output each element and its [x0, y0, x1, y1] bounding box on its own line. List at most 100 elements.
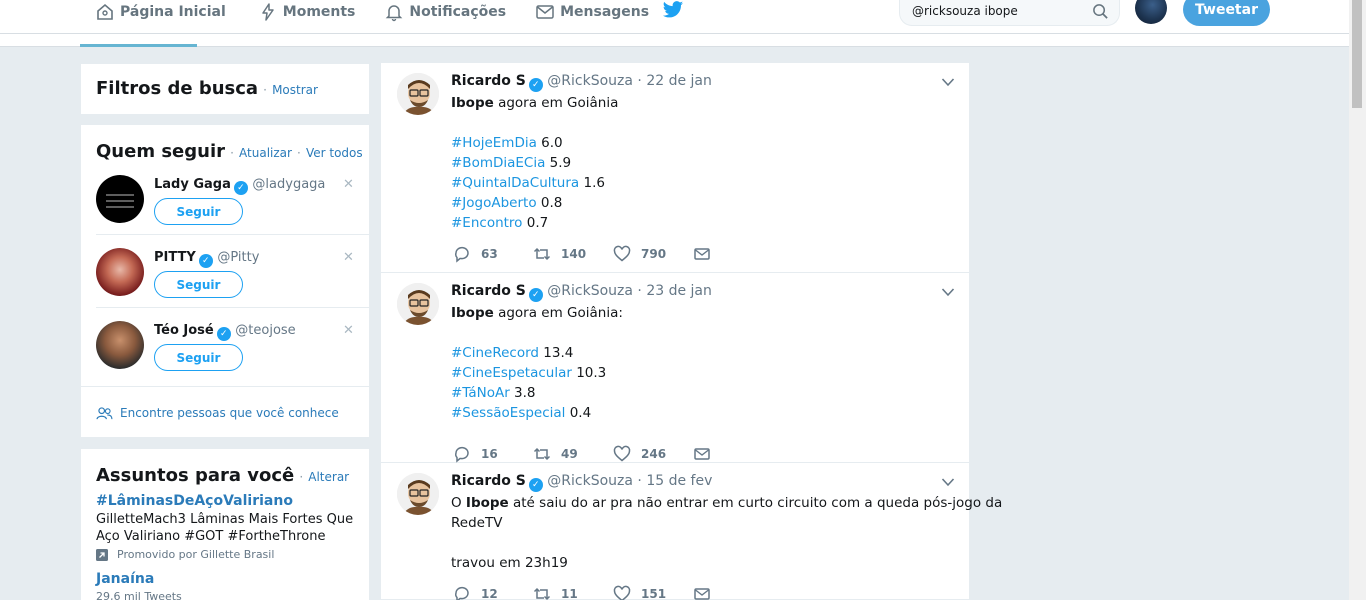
change-trends-link[interactable]: Alterar [308, 470, 349, 484]
people-icon [96, 406, 113, 419]
tweet-card[interactable]: Ricardo S ✓ @RickSouza · 15 de fev O Ibop… [381, 463, 1002, 600]
avatar[interactable] [397, 283, 439, 325]
direct-message-button[interactable] [693, 445, 721, 463]
retweet-icon [533, 247, 551, 261]
follow-suggestion: Lady Gaga ✓ @ladygaga Seguir ✕ [81, 165, 369, 238]
direct-message-button[interactable] [693, 245, 721, 263]
tweet-card[interactable]: Ricardo S ✓ @RickSouza · 23 de jan Ibope … [381, 273, 969, 463]
tweet-author-name[interactable]: Ricardo S [451, 73, 526, 89]
tweet-text-line: O Ibope até saiu do ar pra não entrar em… [451, 493, 1002, 513]
retweet-button[interactable]: 49 [533, 445, 613, 463]
tweet-text-line: #BomDiaECia 5.9 [451, 153, 956, 173]
verified-icon: ✓ [233, 181, 248, 195]
chevron-down-icon[interactable] [941, 77, 955, 87]
twitter-bird-icon[interactable] [662, 0, 684, 20]
tweet-text-segment: agora em Goiânia: [493, 305, 623, 321]
avatar-cartoon [397, 73, 439, 115]
dismiss-icon[interactable]: ✕ [343, 250, 354, 265]
trends-card: Assuntos para você · Alterar #LâminasDeA… [81, 449, 369, 600]
hashtag-link[interactable]: #QuintalDaCultura [451, 175, 579, 191]
tweet-header: Ricardo S ✓ @RickSouza · 15 de fev [451, 473, 712, 492]
show-filters-link[interactable]: Mostrar [272, 83, 318, 97]
avatar[interactable] [96, 321, 144, 369]
chevron-down-icon[interactable] [941, 477, 955, 487]
tweet-actions: 63 140 790 [453, 245, 721, 263]
hashtag-link[interactable]: #SessãoEspecial [451, 405, 565, 421]
retweet-button[interactable]: 11 [533, 585, 613, 600]
follow-suggestion: PITTY ✓ @Pitty Seguir ✕ [81, 238, 369, 311]
find-people-link[interactable]: Encontre pessoas que você conhece [96, 406, 339, 420]
tweet-text-line [451, 533, 956, 553]
promoted-label: Promovido por Gillette Brasil [96, 546, 356, 563]
reply-button[interactable]: 63 [453, 245, 533, 263]
tweet-text-segment: até saiu do ar pra não entrar em curto c… [508, 495, 1003, 511]
avatar[interactable] [397, 473, 439, 515]
separator-dot: · [299, 470, 304, 484]
tweet-text-segment: 5.9 [545, 155, 572, 171]
follow-button[interactable]: Seguir [154, 198, 243, 225]
chevron-down-icon[interactable] [941, 287, 955, 297]
refresh-link[interactable]: Atualizar [239, 146, 292, 160]
tweet-date[interactable]: 23 de jan [646, 283, 712, 299]
tweet-author-name[interactable]: Ricardo S [451, 283, 526, 299]
dismiss-icon[interactable]: ✕ [343, 177, 354, 192]
tweet-text-segment: 0.7 [522, 215, 549, 231]
tweet-date[interactable]: 15 de fev [646, 473, 712, 489]
user-handle: @ladygaga [252, 177, 326, 192]
tweet-text-line [451, 113, 956, 133]
avatar[interactable] [96, 248, 144, 296]
tweet-text-line: #Encontro 0.7 [451, 213, 956, 233]
nav-messages[interactable]: Mensagens [535, 0, 649, 24]
hashtag-link[interactable]: #HojeEmDia [451, 135, 537, 151]
trend-item[interactable]: #LâminasDeAçoValiriano GilletteMach3 Lâm… [96, 493, 356, 563]
hashtag-link[interactable]: #BomDiaECia [451, 155, 545, 171]
tweet-date[interactable]: 22 de jan [646, 73, 712, 89]
follow-user-name[interactable]: Lady Gaga ✓ @ladygaga [154, 177, 325, 195]
verified-icon: ✓ [528, 78, 543, 92]
nav-moments[interactable]: Moments [258, 0, 355, 24]
nav-home[interactable]: Página Inicial [95, 0, 226, 24]
separator-dot: · [297, 146, 301, 160]
scrollbar-thumb[interactable] [1352, 0, 1362, 108]
dismiss-icon[interactable]: ✕ [343, 323, 354, 338]
hashtag-link[interactable]: #TáNoAr [451, 385, 510, 401]
follow-button[interactable]: Seguir [154, 271, 243, 298]
tweet-author-handle[interactable]: @RickSouza [547, 473, 633, 489]
like-button[interactable]: 246 [613, 445, 693, 463]
trend-item[interactable]: Janaína 29,6 mil Tweets [96, 571, 356, 600]
hashtag-link[interactable]: #CineRecord [451, 345, 539, 361]
avatar[interactable] [96, 175, 144, 223]
hashtag-link[interactable]: #Encontro [451, 215, 522, 231]
follow-user-name[interactable]: PITTY ✓ @Pitty [154, 250, 259, 268]
reply-button[interactable]: 16 [453, 445, 533, 463]
retweet-button[interactable]: 140 [533, 245, 613, 263]
who-to-follow-title: Quem seguir [96, 141, 226, 162]
hashtag-link[interactable]: #CineEspetacular [451, 365, 572, 381]
direct-message-button[interactable] [693, 585, 721, 600]
avatar[interactable] [397, 73, 439, 115]
who-to-follow-card: Quem seguir · Atualizar · Ver todos Lady… [81, 125, 369, 437]
tweet-author-handle[interactable]: @RickSouza [547, 73, 633, 89]
follow-user-name[interactable]: Téo José ✓ @teojose [154, 323, 296, 341]
tweet-author-handle[interactable]: @RickSouza [547, 283, 633, 299]
tweet-text: Ibope agora em Goiânia #HojeEmDia 6.0 #Bom… [451, 93, 956, 233]
hashtag-link[interactable]: #JogoAberto [451, 195, 537, 211]
search-input[interactable]: @ricksouza ibope [899, 0, 1120, 26]
separator-dot: · [637, 73, 642, 89]
user-handle: @Pitty [217, 250, 260, 265]
tweet-text: Ibope agora em Goiânia: #CineRecord 13.4 #… [451, 303, 956, 423]
tweet-text-line: Ibope agora em Goiânia: [451, 303, 956, 323]
nav-notifications[interactable]: Notificações [384, 0, 506, 24]
tweet-button[interactable]: Tweetar [1183, 0, 1270, 26]
reply-button[interactable]: 12 [453, 585, 533, 600]
like-button[interactable]: 790 [613, 245, 693, 263]
view-all-link[interactable]: Ver todos [306, 146, 363, 160]
retweet-count: 11 [561, 587, 578, 600]
avatar-cartoon [397, 473, 439, 515]
follow-button[interactable]: Seguir [154, 344, 243, 371]
tweet-card[interactable]: Ricardo S ✓ @RickSouza · 22 de jan Ibope … [381, 63, 969, 273]
user-avatar[interactable] [1135, 0, 1167, 24]
tweet-author-name[interactable]: Ricardo S [451, 473, 526, 489]
search-icon[interactable] [1092, 3, 1109, 20]
like-button[interactable]: 151 [613, 585, 693, 600]
